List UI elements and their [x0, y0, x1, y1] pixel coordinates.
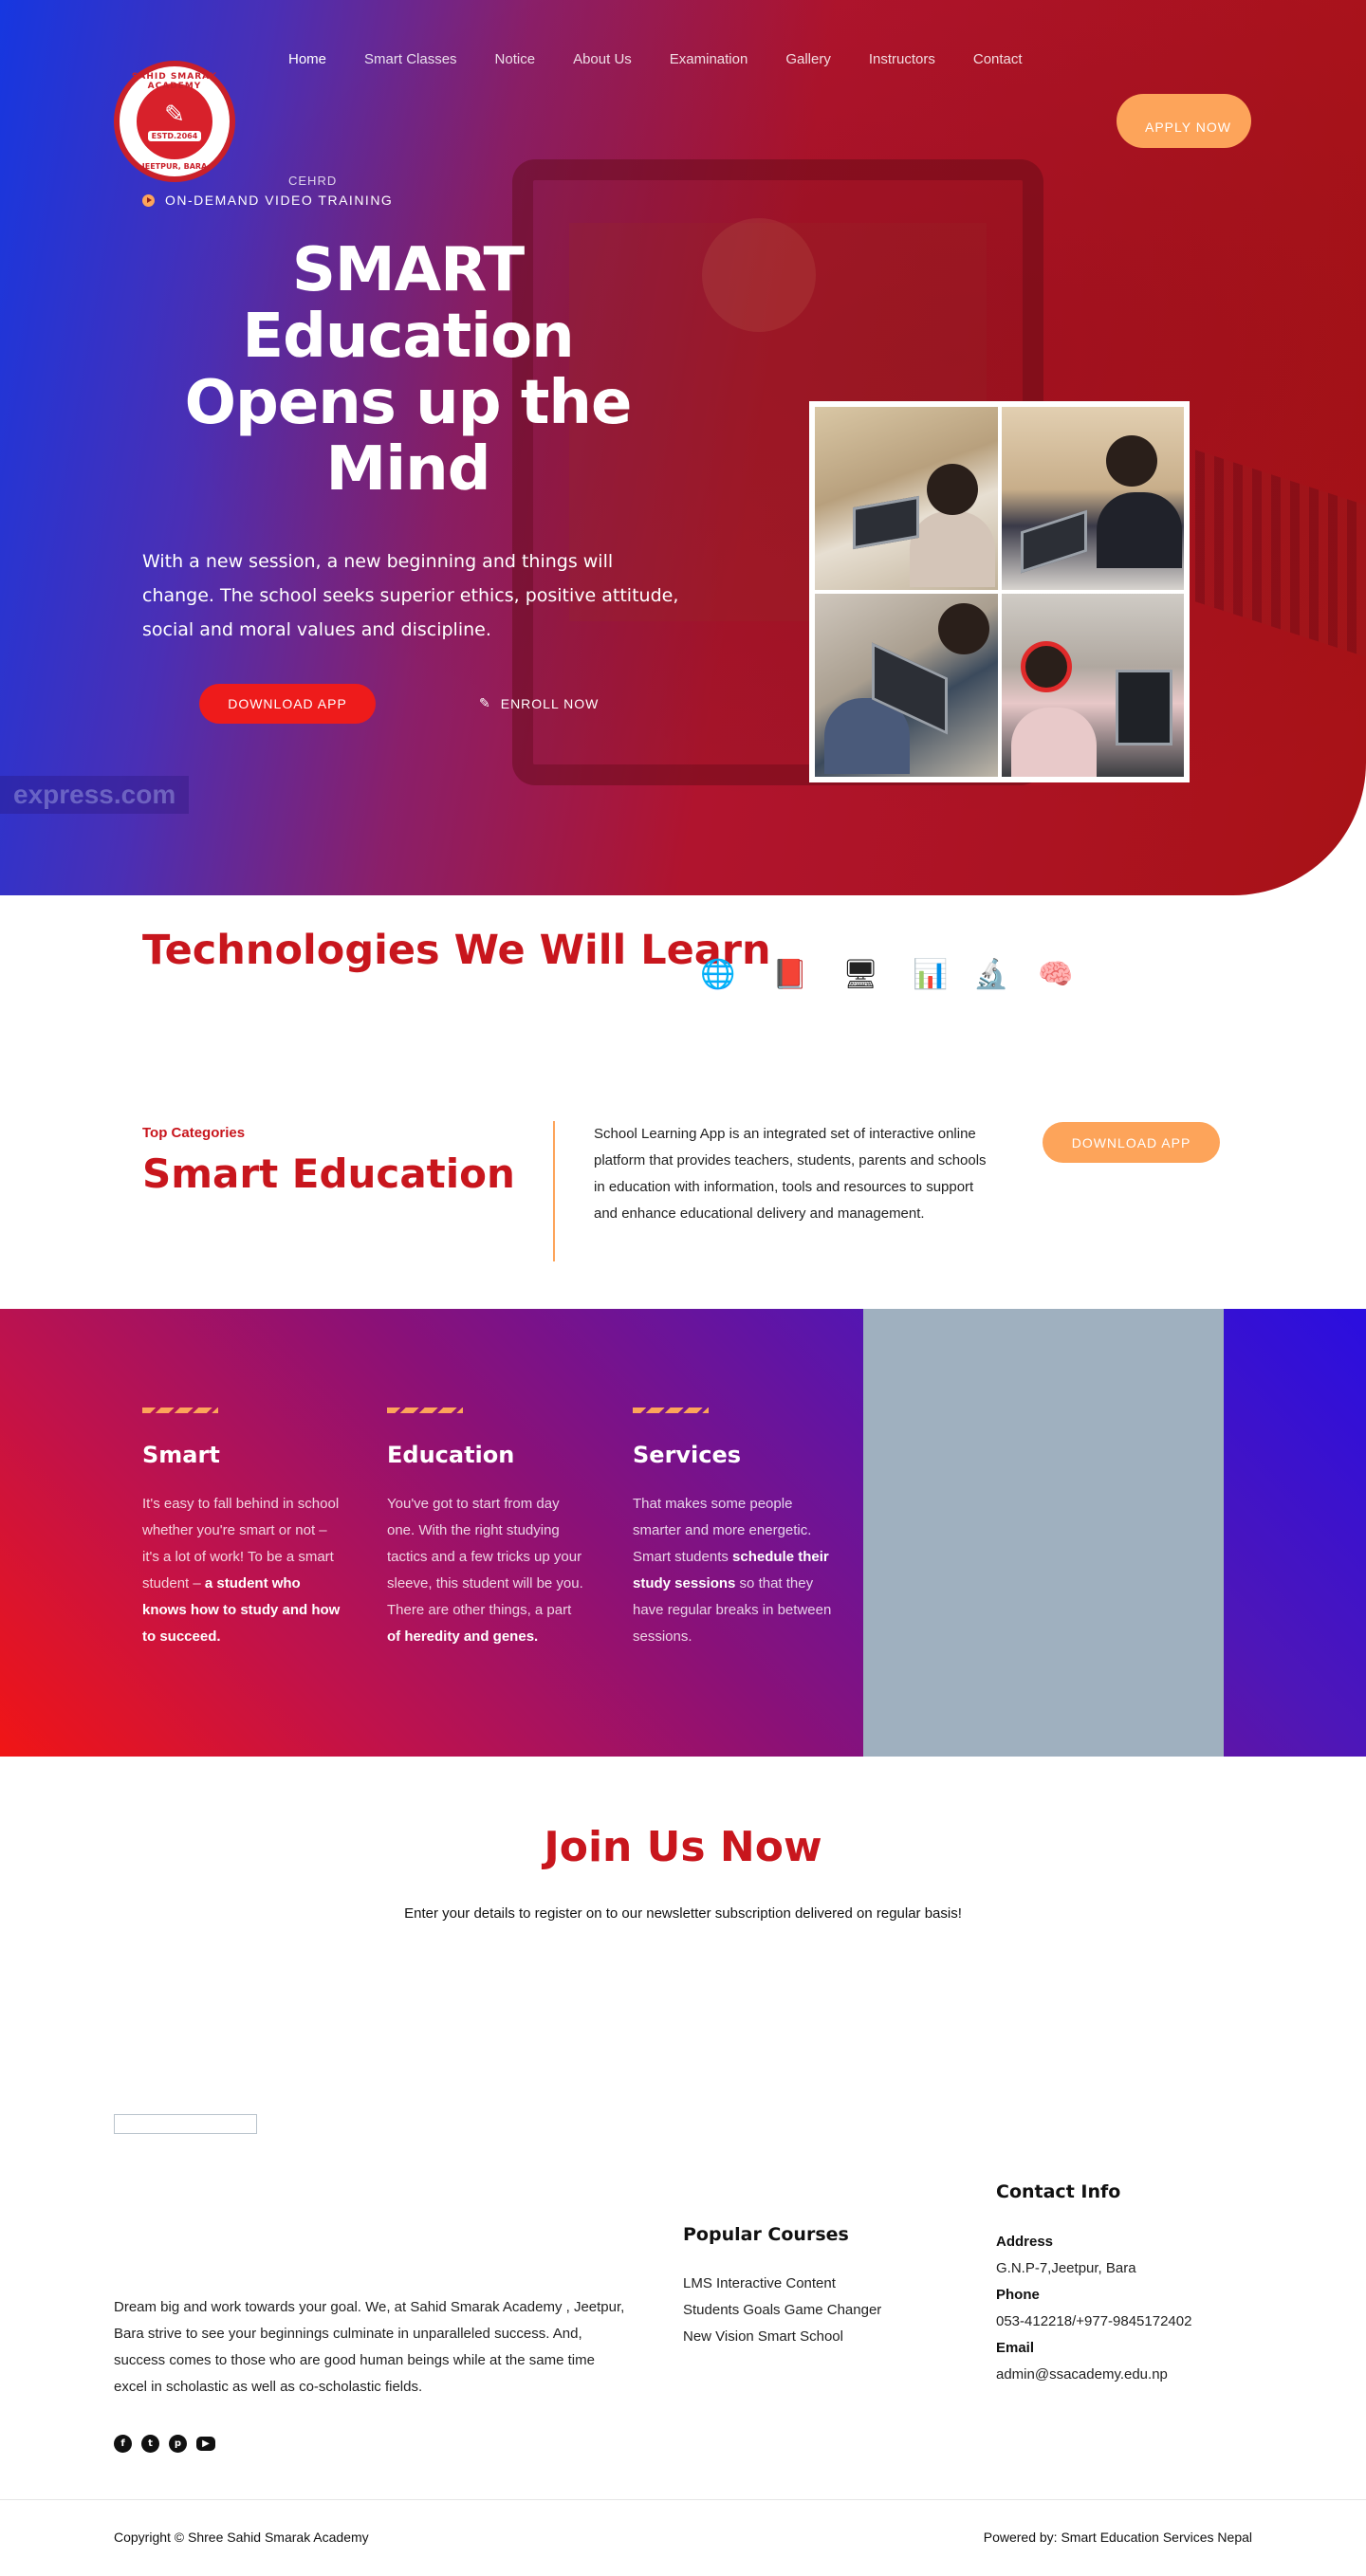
hero-watermark: express.com: [0, 776, 190, 814]
course-link[interactable]: LMS Interactive Content: [683, 2271, 881, 2297]
popular-courses-list: LMS Interactive Content Students Goals G…: [683, 2271, 881, 2350]
phone-value: 053-412218/+977-9845172402: [996, 2313, 1192, 2329]
feature-title: Smart: [142, 1442, 220, 1468]
feature-text-plain: You've got to start from day one. With t…: [387, 1496, 583, 1618]
twitter-icon[interactable]: t: [141, 2435, 159, 2453]
phone-label: Phone: [996, 2287, 1040, 2303]
logo-bottom-text: JEETPUR, BARA: [141, 162, 208, 171]
nav-instructors[interactable]: Instructors: [869, 51, 935, 67]
youtube-icon[interactable]: ▶: [196, 2437, 215, 2451]
school-logo[interactable]: SAHID SMARAK ACADEMY ✎ ESTD.2064 JEETPUR…: [114, 61, 235, 182]
join-subtitle: Enter your details to register on to our…: [404, 1905, 962, 1922]
pencil-icon: ✎: [479, 695, 491, 710]
categories-title: Smart Education: [142, 1150, 515, 1197]
course-link[interactable]: Students Goals Game Changer: [683, 2297, 881, 2324]
feature-text-bold: of heredity and genes.: [387, 1628, 539, 1645]
cehrd-link[interactable]: CEHRD: [288, 174, 337, 188]
globe-icon: 🌐: [700, 958, 736, 991]
student-photo-2: [1001, 407, 1184, 590]
brain-icon: 🧠: [1038, 958, 1074, 991]
presentation-icon: 📊: [913, 958, 949, 991]
students-photo-grid: [809, 401, 1190, 782]
facebook-icon[interactable]: f: [114, 2435, 132, 2453]
features-image-placeholder: [863, 1309, 1224, 1757]
categories-download-button[interactable]: DOWNLOAD APP: [1043, 1122, 1220, 1163]
logo-emblem: ✎ ESTD.2064: [133, 80, 216, 163]
feature-title: Services: [633, 1442, 742, 1468]
feature-smart: Smart It's easy to fall behind in school…: [142, 1408, 342, 1650]
hero-description: With a new session, a new beginning and …: [142, 551, 679, 640]
download-app-button[interactable]: DOWNLOAD APP: [199, 684, 376, 724]
popular-courses-title: Popular Courses: [683, 2224, 849, 2245]
feature-stripes: [387, 1408, 463, 1413]
copyright-text: Copyright © Shree Sahid Smarak Academy: [114, 2530, 369, 2545]
nav-notice[interactable]: Notice: [495, 51, 536, 67]
contact-info-title: Contact Info: [996, 2181, 1121, 2202]
hero-badge-text: ON-DEMAND VIDEO TRAINING: [165, 193, 394, 208]
footer-about: Dream big and work towards your goal. We…: [114, 2299, 625, 2395]
categories-label: Top Categories: [142, 1125, 246, 1141]
student-photo-3: [815, 594, 998, 777]
feature-education: Education You've got to start from day o…: [387, 1408, 586, 1650]
hero-section: express.com SAHID SMARAK ACADEMY ✎ ESTD.…: [0, 0, 1366, 895]
hero-background-teacher: [702, 218, 816, 332]
microscope-icon: 🔬: [973, 958, 1009, 991]
email-label: Email: [996, 2340, 1035, 2356]
feature-stripes: [142, 1408, 218, 1413]
course-link[interactable]: New Vision Smart School: [683, 2324, 881, 2350]
social-links: f t p ▶: [114, 2435, 215, 2453]
join-title: Join Us Now: [544, 1823, 822, 1871]
feature-text: It's easy to fall behind in school wheth…: [142, 1491, 342, 1650]
nav-gallery[interactable]: Gallery: [785, 51, 831, 67]
feature-text: You've got to start from day one. With t…: [387, 1491, 586, 1650]
book-icon: ✎: [164, 100, 185, 129]
nav-smart-classes[interactable]: Smart Classes: [364, 51, 457, 67]
address-label: Address: [996, 2234, 1054, 2250]
enroll-now-label: ENROLL NOW: [500, 695, 600, 711]
logo-estd: ESTD.2064: [147, 130, 202, 141]
feature-text: That makes some people smarter and more …: [633, 1491, 832, 1650]
categories-description: School Learning App is an integrated set…: [594, 1126, 987, 1222]
logo-top-text: SAHID SMARAK ACADEMY: [131, 72, 218, 91]
technologies-title: Technologies We Will Learn: [142, 927, 771, 974]
feature-services: Services That makes some people smarter …: [633, 1408, 832, 1650]
address-value: G.N.P-7,Jeetpur, Bara: [996, 2260, 1136, 2276]
pinterest-icon[interactable]: p: [169, 2435, 187, 2453]
student-photo-1: [815, 407, 998, 590]
enroll-now-button[interactable]: ✎ ENROLL NOW: [479, 695, 599, 711]
monitor-icon: 🖥: [842, 958, 879, 991]
technologies-icons: 🌐 📕 🖥 📊 🔬 🧠: [700, 958, 1080, 996]
student-photo-4: [1001, 594, 1184, 777]
hero-badge: ON-DEMAND VIDEO TRAINING: [142, 193, 393, 208]
categories-divider: [553, 1121, 555, 1261]
nav-contact[interactable]: Contact: [973, 51, 1023, 67]
footer-logo-image[interactable]: [114, 2114, 257, 2134]
play-icon: [142, 193, 155, 207]
nav-examination[interactable]: Examination: [670, 51, 748, 67]
powered-by-text: Powered by: Smart Education Services Nep…: [983, 2530, 1252, 2545]
apply-now-button[interactable]: APPLY NOW: [1117, 94, 1251, 148]
feature-title: Education: [387, 1442, 515, 1468]
footer-divider: [0, 2499, 1366, 2500]
tablet-icon: 📕: [772, 958, 808, 991]
nav-about-us[interactable]: About Us: [573, 51, 632, 67]
nav-home[interactable]: Home: [288, 51, 326, 67]
feature-stripes: [633, 1408, 709, 1413]
email-value[interactable]: admin@ssacademy.edu.np: [996, 2362, 1191, 2388]
hero-title: SMART Education Opens up the Mind: [184, 235, 633, 505]
main-nav: Home Smart Classes Notice About Us Exami…: [288, 51, 1061, 67]
contact-info: Address G.N.P-7,Jeetpur, Bara Phone 053-…: [996, 2229, 1191, 2388]
